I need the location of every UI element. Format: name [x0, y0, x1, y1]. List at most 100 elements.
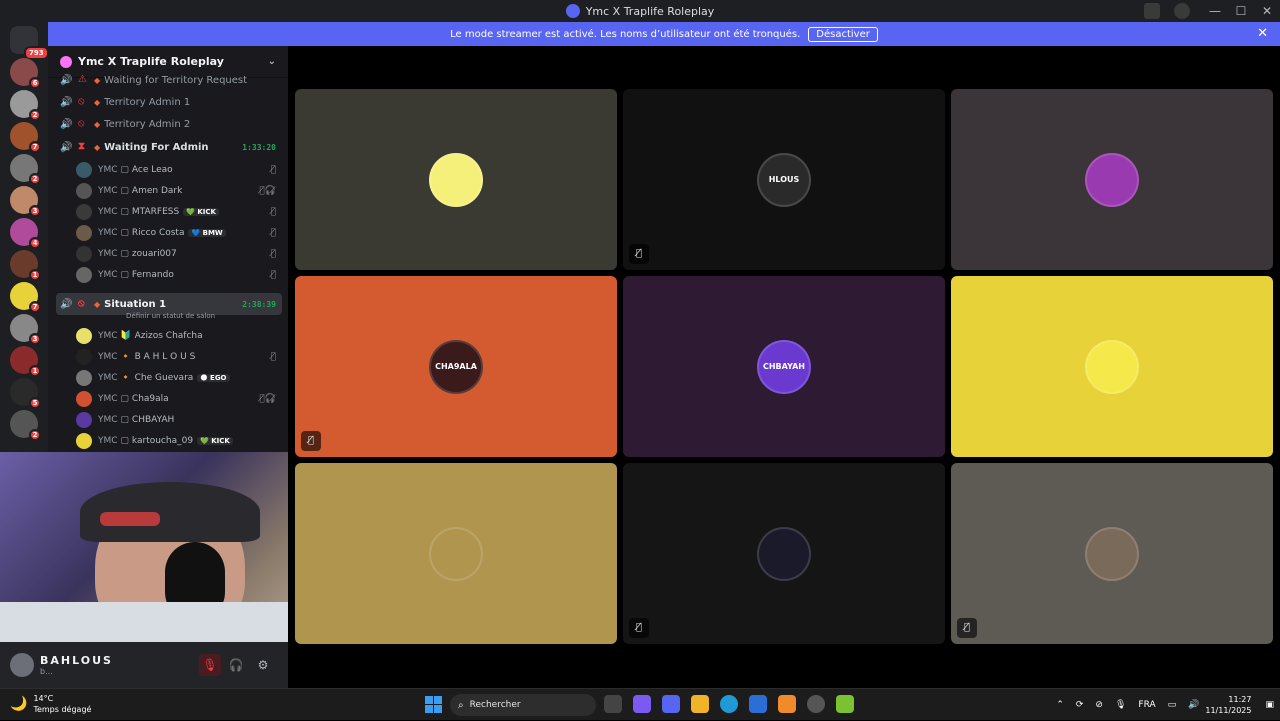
channel-name: Territory Admin 1	[104, 96, 191, 108]
help-icon[interactable]	[1174, 3, 1190, 19]
display-icon[interactable]: ▭	[1168, 700, 1177, 710]
server-icon[interactable]: 1	[10, 346, 41, 377]
game-app-icon[interactable]	[807, 695, 825, 713]
avatar[interactable]	[10, 653, 34, 677]
volume-icon[interactable]: 🔊	[1188, 700, 1199, 710]
chevron-up-icon[interactable]: ⌃	[1056, 700, 1064, 710]
server-icon[interactable]: 2	[10, 154, 41, 185]
voice-channel[interactable]: 🔊 ⚠ ◆ Waiting for Territory Request	[56, 70, 282, 90]
server-icon[interactable]: 2	[10, 90, 41, 121]
notifications-icon[interactable]: ▣	[1265, 700, 1274, 710]
voice-member[interactable]: YMC ▢ Ricco Costa 💙 BMW 🎙̸	[76, 223, 282, 243]
participant-tile[interactable]	[295, 463, 617, 644]
clock[interactable]: 11:27 11/11/2025	[1205, 694, 1251, 716]
voice-channel[interactable]: 🔊 ⦸ ◆ Territory Admin 2	[56, 114, 282, 134]
participant-tile[interactable]	[295, 89, 617, 270]
channel-status-icon: ⦸	[78, 298, 85, 309]
server-icon[interactable]: 6	[10, 58, 41, 89]
server-icon[interactable]: 2	[10, 410, 41, 441]
task-view-icon[interactable]	[604, 695, 622, 713]
minimize-icon[interactable]: —	[1202, 4, 1228, 18]
member-nick: B A H L O U S	[134, 352, 196, 362]
window-title: Ymc X Traplife Roleplay	[585, 4, 715, 18]
member-nick: Azizos Chafcha	[134, 331, 203, 341]
voice-member[interactable]: YMC ▢ MTARFESS 💚 KICK 🎙̸	[76, 202, 282, 222]
voice-member[interactable]: YMC ▢ Ace Leao 🎙̸	[76, 160, 282, 180]
voice-member[interactable]: YMC 🔸 Che Guevara 🌑 EGO	[76, 368, 282, 388]
voice-member[interactable]: YMC ▢ Amen Dark 🎙̸🎧̸	[76, 181, 282, 201]
channel-status-hint[interactable]: Définir un statut de salon	[126, 312, 215, 320]
app-icon[interactable]	[778, 695, 796, 713]
voice-member[interactable]: YMC ▢ Fernando 🎙̸	[76, 265, 282, 285]
voice-member[interactable]: YMC 🔸 B A H L O U S 🎙̸	[76, 347, 282, 367]
language-indicator[interactable]: FRA	[1138, 700, 1155, 710]
copilot-icon[interactable]	[633, 695, 651, 713]
inbox-icon[interactable]	[1144, 3, 1160, 19]
home-button[interactable]: 793	[10, 26, 49, 60]
store-icon[interactable]	[749, 695, 767, 713]
diamond-icon: ◆	[94, 75, 101, 85]
avatar	[76, 204, 92, 220]
member-tag: YMC ▢	[98, 394, 129, 404]
avatar	[76, 349, 92, 365]
muted-mic-icon: 🎙̸	[629, 244, 649, 264]
voice-member[interactable]: YMC ▢ CHBAYAH	[76, 410, 282, 430]
windows-taskbar: 🌙 14°C Temps dégagé ⌕ Rechercher ⌃ ⟳ ⊘ 🎙…	[0, 688, 1280, 720]
participant-tile[interactable]	[951, 89, 1273, 270]
participant-tile[interactable]: CHA9ALA 🎙̸	[295, 276, 617, 457]
taskbar-search[interactable]: ⌕ Rechercher	[450, 694, 596, 716]
participant-tile[interactable]: CHBAYAH	[623, 276, 945, 457]
member-nick: MTARFESS	[131, 207, 180, 217]
channel-timer: 2:38:39	[242, 299, 276, 309]
server-icon[interactable]: 3	[10, 314, 41, 345]
voice-member[interactable]: YMC ▢ kartoucha_09 💚 KICK	[76, 431, 282, 451]
weather-temp: 14°C	[33, 694, 54, 703]
user-name: BAHLOUS	[40, 654, 113, 667]
diamond-icon: ◆	[94, 299, 101, 309]
server-icon[interactable]: 4	[10, 218, 41, 249]
participant-tile[interactable]: 🎙̸	[623, 463, 945, 644]
chevron-down-icon: ⌄	[267, 56, 276, 67]
microphone-icon[interactable]: 🎙	[1115, 700, 1126, 710]
weather-widget[interactable]: 🌙 14°C Temps dégagé	[10, 693, 91, 715]
voice-member[interactable]: YMC ▢ Cha9ala 🎙̸🎧̸	[76, 389, 282, 409]
edge-icon[interactable]	[720, 695, 738, 713]
diamond-icon: ◆	[94, 142, 101, 152]
server-icon[interactable]: 7	[10, 122, 41, 153]
member-nick: Amen Dark	[131, 186, 183, 196]
muted-icon: 🎙̸🎧̸	[259, 186, 276, 196]
participant-tile[interactable]: 🎙̸	[951, 463, 1273, 644]
participant-avatar-label: CHA9ALA	[435, 362, 477, 371]
server-icon[interactable]: 7	[10, 282, 41, 313]
discord-taskbar-icon[interactable]	[662, 695, 680, 713]
disable-streamer-mode-button[interactable]: Désactiver	[808, 26, 878, 42]
mute-microphone-button[interactable]: 🎙	[199, 654, 221, 676]
sync-icon[interactable]: ⟳	[1076, 700, 1084, 710]
voice-channel[interactable]: 🔊 ⦸ ◆ Territory Admin 1	[56, 92, 282, 112]
file-explorer-icon[interactable]	[691, 695, 709, 713]
windows-start-icon[interactable]	[425, 696, 442, 713]
close-window-icon[interactable]: ✕	[1254, 4, 1280, 18]
member-tag: YMC 🔸	[98, 352, 132, 362]
voice-channel[interactable]: 🔊 ⧗ ◆ Waiting For Admin 1:33:20	[56, 137, 282, 157]
nvidia-icon[interactable]	[836, 695, 854, 713]
server-icon[interactable]: 5	[10, 378, 41, 409]
speaker-icon: 🔊	[60, 118, 73, 130]
member-pill: 🌑 EGO	[197, 374, 230, 382]
server-icon[interactable]: 3	[10, 186, 41, 217]
network-off-icon[interactable]: ⊘	[1095, 700, 1103, 710]
server-icon[interactable]: 1	[10, 250, 41, 281]
muted-icon: 🎙̸	[270, 270, 276, 280]
headset-button[interactable]: 🎧	[225, 654, 247, 676]
settings-gear-icon[interactable]: ⚙	[252, 654, 274, 676]
voice-member[interactable]: YMC 🔰 Azizos Chafcha	[76, 326, 282, 346]
close-banner-icon[interactable]: ✕	[1257, 26, 1268, 41]
voice-member[interactable]: YMC ▢ zouari007 🎙̸	[76, 244, 282, 264]
participant-tile[interactable]	[951, 276, 1273, 457]
maximize-icon[interactable]: ☐	[1228, 4, 1254, 18]
channel-timer: 1:33:20	[242, 142, 276, 152]
channel-status-icon: ⚠	[78, 74, 87, 85]
participant-tile[interactable]: HLOUS 🎙̸	[623, 89, 945, 270]
participant-avatar	[429, 152, 483, 207]
webcam-cap-stripe	[100, 512, 160, 526]
